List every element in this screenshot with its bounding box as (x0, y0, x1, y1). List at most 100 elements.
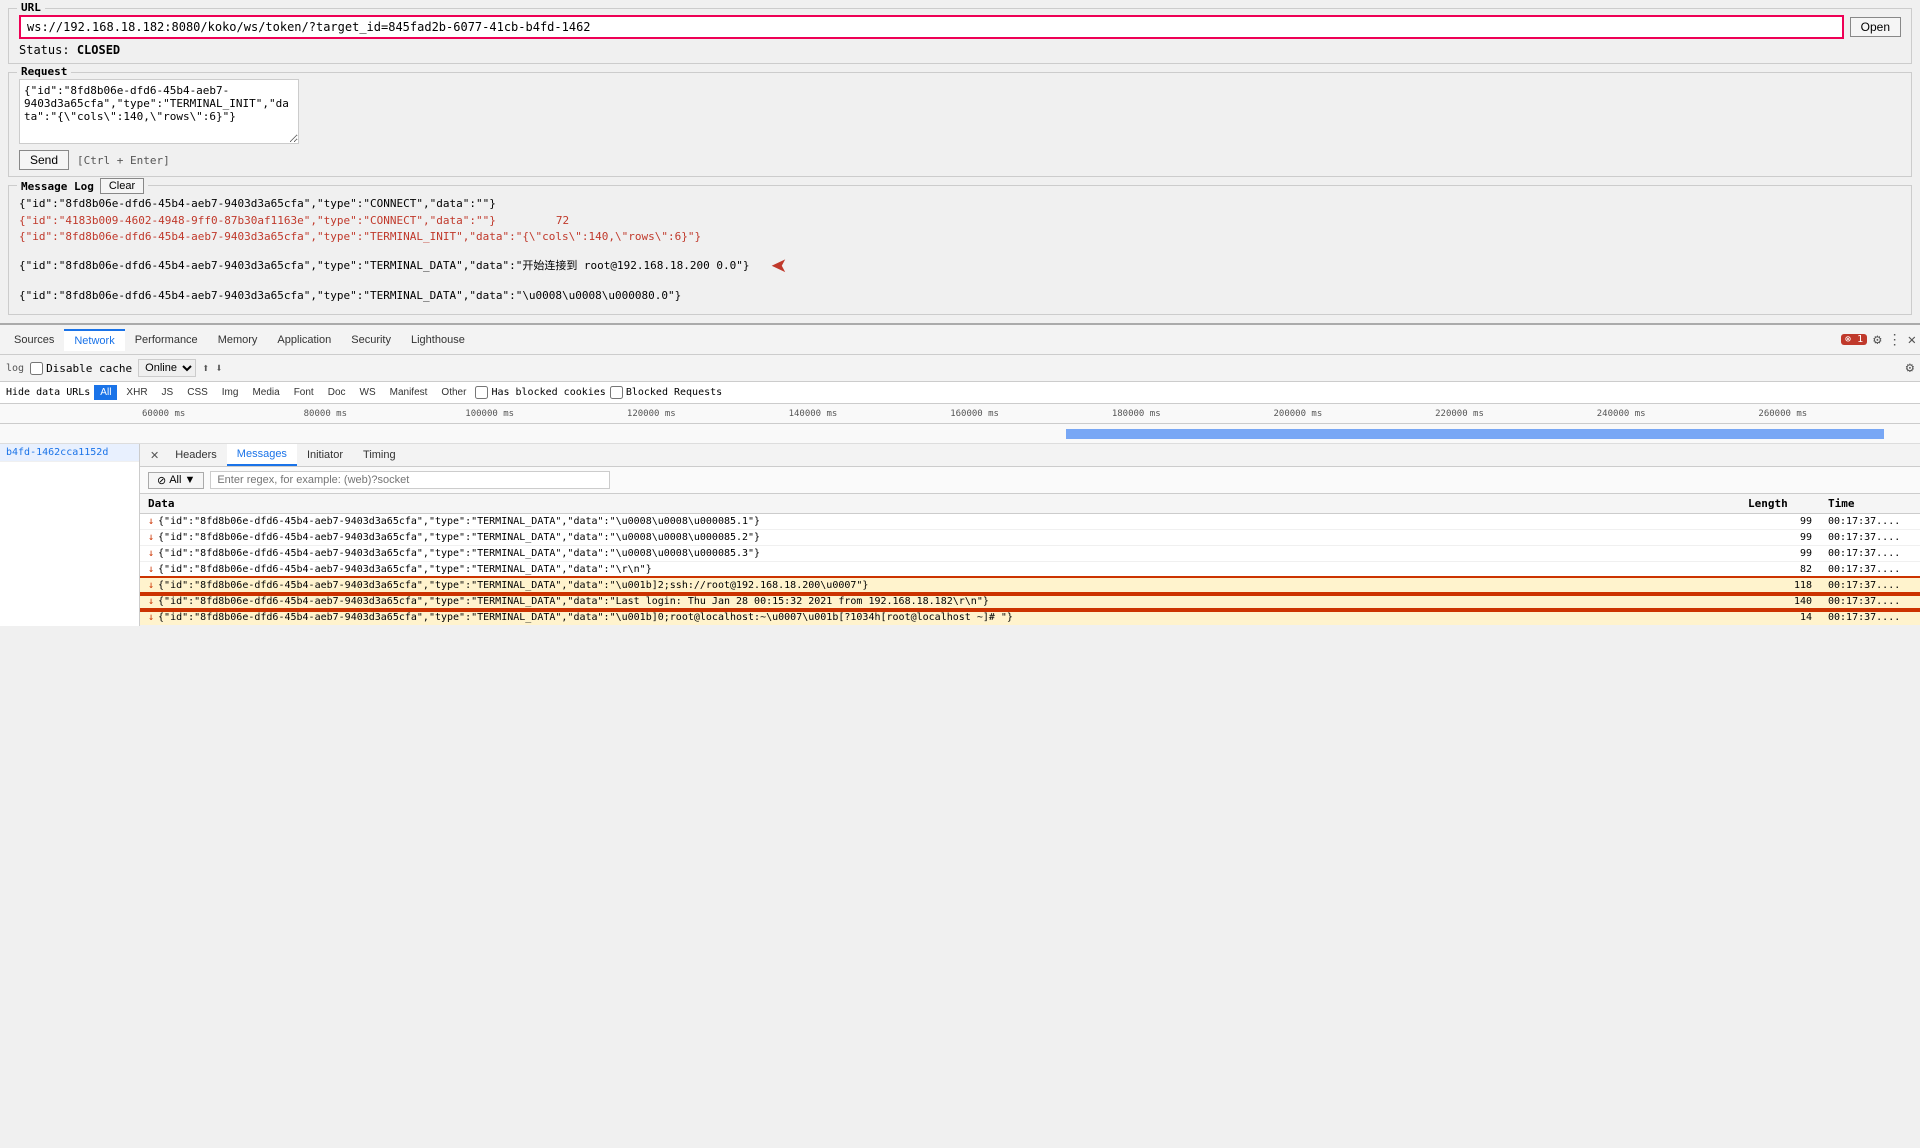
tl-240000: 240000 ms (1597, 409, 1759, 419)
tl-200000: 200000 ms (1273, 409, 1435, 419)
td-time: 00:17:37.... (1820, 530, 1920, 546)
log-line-4-container: {"id":"8fd8b06e-dfd6-45b4-aeb7-9403d3a65… (19, 246, 1901, 288)
tab-messages[interactable]: Messages (227, 444, 297, 466)
detail-panel: ✕ Headers Messages Initiator Timing ⊘ Al… (140, 444, 1920, 626)
log-line-5: {"id":"8fd8b06e-dfd6-45b4-aeb7-9403d3a65… (19, 288, 1901, 305)
th-time: Time (1820, 494, 1920, 514)
td-time: 00:17:37.... (1820, 610, 1920, 626)
filter-media[interactable]: Media (247, 386, 284, 399)
th-length: Length (1740, 494, 1820, 514)
tl-100000: 100000 ms (465, 409, 627, 419)
filter-manifest[interactable]: Manifest (385, 386, 433, 399)
progress-bar (1066, 429, 1885, 439)
network-settings-icon[interactable]: ⚙ (1906, 360, 1914, 376)
error-icon: ⊗ (1845, 334, 1851, 345)
table-row: ↓{"id":"8fd8b06e-dfd6-45b4-aeb7-9403d3a6… (140, 594, 1920, 610)
log-line-3: {"id":"8fd8b06e-dfd6-45b4-aeb7-9403d3a65… (19, 229, 1901, 246)
tl-260000: 260000 ms (1758, 409, 1920, 419)
detail-close-btn[interactable]: ✕ (144, 444, 165, 466)
tab-application[interactable]: Application (267, 330, 341, 350)
td-time: 00:17:37.... (1820, 546, 1920, 562)
td-length: 99 (1740, 530, 1820, 546)
filter-doc[interactable]: Doc (323, 386, 351, 399)
blocked-cookies-label[interactable]: Has blocked cookies (475, 386, 605, 399)
filter-all-btn[interactable]: All (94, 385, 117, 400)
filter-all-messages-btn[interactable]: ⊘ All ▼ (148, 472, 204, 489)
td-length: 82 (1740, 562, 1820, 578)
td-data: ↓{"id":"8fd8b06e-dfd6-45b4-aeb7-9403d3a6… (140, 546, 1740, 562)
td-data: ↓{"id":"8fd8b06e-dfd6-45b4-aeb7-9403d3a6… (140, 514, 1740, 530)
table-row: ↓{"id":"8fd8b06e-dfd6-45b4-aeb7-9403d3a6… (140, 610, 1920, 626)
table-row: ↓{"id":"8fd8b06e-dfd6-45b4-aeb7-9403d3a6… (140, 530, 1920, 546)
td-data: ↓{"id":"8fd8b06e-dfd6-45b4-aeb7-9403d3a6… (140, 530, 1740, 546)
status-label: Status: (19, 43, 70, 57)
clear-button[interactable]: Clear (100, 178, 144, 194)
td-time: 00:17:37.... (1820, 578, 1920, 594)
messages-table: Data Length Time ↓{"id":"8fd8b06e-dfd6-4… (140, 494, 1920, 626)
table-row: ↓{"id":"8fd8b06e-dfd6-45b4-aeb7-9403d3a6… (140, 546, 1920, 562)
download-icon[interactable]: ⬇ (215, 361, 222, 375)
tab-performance[interactable]: Performance (125, 330, 208, 350)
tab-headers[interactable]: Headers (165, 444, 227, 466)
upload-icon[interactable]: ⬆ (202, 361, 209, 375)
request-item[interactable]: b4fd-1462cca1152d (0, 444, 139, 462)
request-textarea[interactable] (19, 79, 299, 144)
td-length: 118 (1740, 578, 1820, 594)
td-time: 00:17:37.... (1820, 562, 1920, 578)
send-button[interactable]: Send (19, 150, 69, 170)
log-line-2: {"id":"4183b009-4602-4948-9ff0-87b30af11… (19, 213, 1901, 230)
log-line-1: {"id":"8fd8b06e-dfd6-45b4-aeb7-9403d3a65… (19, 196, 1901, 213)
blocked-requests-label[interactable]: Blocked Requests (610, 386, 722, 399)
td-length: 99 (1740, 514, 1820, 530)
tab-memory[interactable]: Memory (208, 330, 268, 350)
td-data: ↓{"id":"8fd8b06e-dfd6-45b4-aeb7-9403d3a6… (140, 594, 1740, 610)
close-icon[interactable]: ✕ (1908, 332, 1916, 348)
request-section: Request Send [Ctrl + Enter] (8, 72, 1912, 177)
devtools-tab-right: ⊗ 1 ⚙ ⋮ ✕ (1841, 332, 1916, 348)
blocked-requests-checkbox[interactable] (610, 386, 623, 399)
td-data: ↓{"id":"8fd8b06e-dfd6-45b4-aeb7-9403d3a6… (140, 562, 1740, 578)
devtools-panel: Sources Network Performance Memory Appli… (0, 323, 1920, 626)
td-length: 99 (1740, 546, 1820, 562)
filter-css[interactable]: CSS (182, 386, 213, 399)
messages-panel: b4fd-1462cca1152d ✕ Headers Messages Ini… (0, 444, 1920, 626)
disable-cache-label[interactable]: Disable cache (30, 362, 132, 375)
request-section-legend: Request (17, 65, 71, 78)
blocked-cookies-checkbox[interactable] (475, 386, 488, 399)
filter-font[interactable]: Font (289, 386, 319, 399)
filter-regex-input[interactable] (210, 471, 610, 489)
online-select[interactable]: Online (138, 359, 196, 377)
tab-network[interactable]: Network (64, 329, 124, 351)
network-toolbar: log Disable cache Online ⬆ ⬇ ⚙ (0, 355, 1920, 382)
table-row: ↓{"id":"8fd8b06e-dfd6-45b4-aeb7-9403d3a6… (140, 562, 1920, 578)
status-value: CLOSED (77, 43, 120, 57)
filter-img[interactable]: Img (217, 386, 244, 399)
open-button[interactable]: Open (1850, 17, 1901, 37)
tab-timing[interactable]: Timing (353, 444, 406, 466)
tab-sources[interactable]: Sources (4, 330, 64, 350)
filter-xhr[interactable]: XHR (121, 386, 152, 399)
devtools-tabs: Sources Network Performance Memory Appli… (0, 325, 1920, 355)
timeline-labels: 60000 ms 80000 ms 100000 ms 120000 ms 14… (140, 409, 1920, 419)
detail-tabs: ✕ Headers Messages Initiator Timing (140, 444, 1920, 467)
table-header-row: Data Length Time (140, 494, 1920, 514)
hide-data-urls-label: Hide data URLs (6, 387, 90, 398)
tl-80000: 80000 ms (304, 409, 466, 419)
log-line-4: {"id":"8fd8b06e-dfd6-45b4-aeb7-9403d3a65… (19, 258, 750, 275)
tl-120000: 120000 ms (627, 409, 789, 419)
filter-js[interactable]: JS (157, 386, 179, 399)
messages-filter: ⊘ All ▼ (140, 467, 1920, 494)
tab-security[interactable]: Security (341, 330, 401, 350)
tab-initiator[interactable]: Initiator (297, 444, 353, 466)
filter-ws[interactable]: WS (355, 386, 381, 399)
disable-cache-checkbox[interactable] (30, 362, 43, 375)
gear-icon[interactable]: ⚙ (1873, 332, 1881, 348)
message-log-section: Message Log Clear {"id":"8fd8b06e-dfd6-4… (8, 185, 1912, 315)
filter-other[interactable]: Other (436, 386, 471, 399)
tab-lighthouse[interactable]: Lighthouse (401, 330, 475, 350)
log-label: log (6, 363, 24, 374)
url-input[interactable] (19, 15, 1844, 39)
tl-160000: 160000 ms (950, 409, 1112, 419)
kebab-icon[interactable]: ⋮ (1888, 332, 1902, 348)
error-badge: ⊗ 1 (1841, 334, 1867, 345)
